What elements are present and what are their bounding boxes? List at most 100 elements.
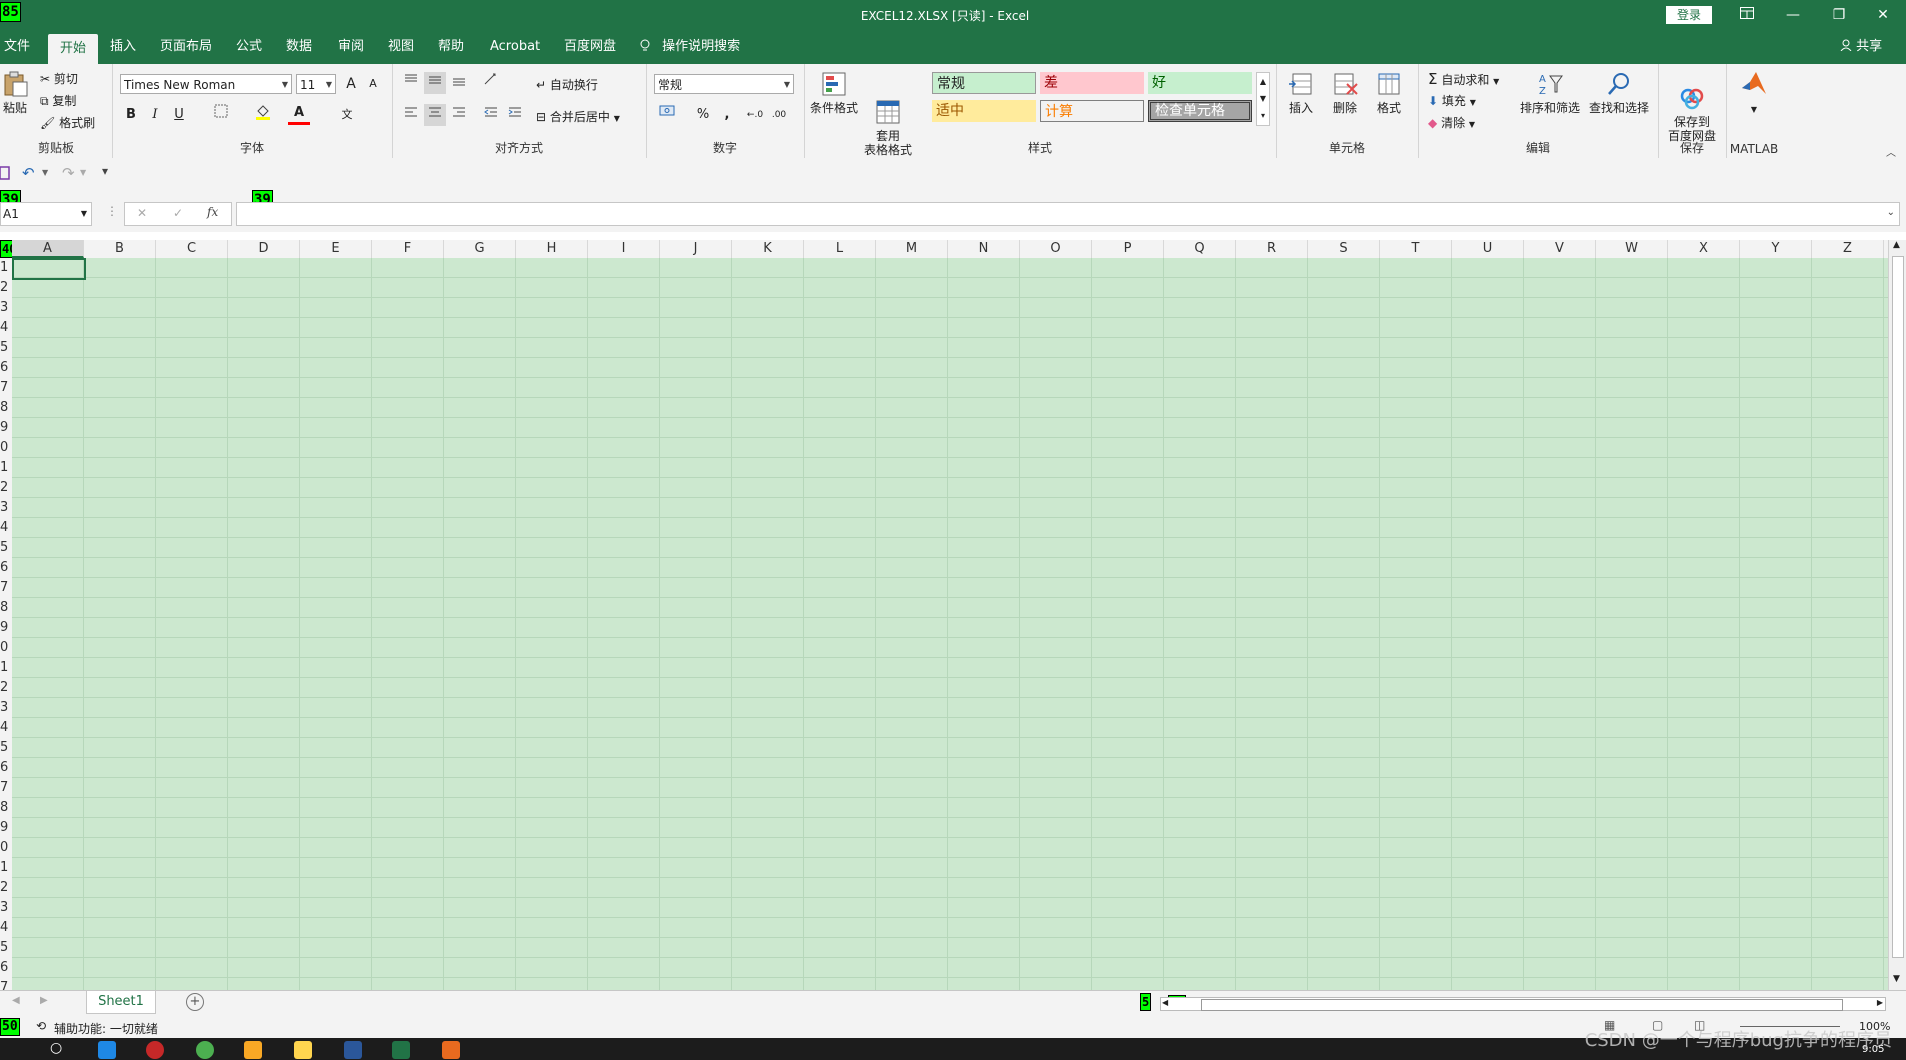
enter-button[interactable]: ✓ xyxy=(173,206,183,220)
minimize-button[interactable]: — xyxy=(1770,0,1816,30)
name-box[interactable]: A1 ▼ xyxy=(0,202,92,226)
accessibility-status[interactable]: 辅助功能: 一切就绪 xyxy=(54,1020,158,1037)
tab-file[interactable]: 文件 xyxy=(0,30,34,64)
row-header[interactable]: 6 xyxy=(0,958,12,978)
column-header[interactable]: X xyxy=(1668,240,1740,258)
row-header[interactable]: 6 xyxy=(0,358,12,378)
chrome-icon[interactable] xyxy=(196,1041,214,1059)
column-header[interactable]: P xyxy=(1092,240,1164,258)
chevron-down-icon[interactable]: ▼ xyxy=(80,168,86,177)
row-header[interactable]: 2 xyxy=(0,878,12,898)
row-header[interactable]: 7 xyxy=(0,378,12,398)
row-header[interactable]: 1 xyxy=(0,258,12,278)
tab-view[interactable]: 视图 xyxy=(384,30,418,64)
autosum-button[interactable]: Σ 自动求和 ▼ xyxy=(1428,70,1499,88)
row-header[interactable]: 8 xyxy=(0,398,12,418)
column-header[interactable]: A xyxy=(12,240,84,258)
column-header[interactable]: L xyxy=(804,240,876,258)
scroll-down-icon[interactable]: ▼ xyxy=(1893,974,1900,984)
row-header[interactable]: 3 xyxy=(0,498,12,518)
column-header[interactable]: Y xyxy=(1740,240,1812,258)
formula-input[interactable]: ⌄ xyxy=(236,202,1900,226)
style-good[interactable]: 好 xyxy=(1148,72,1252,94)
row-header[interactable]: 8 xyxy=(0,598,12,618)
decrease-indent-button[interactable] xyxy=(480,104,502,126)
font-size-select[interactable]: 11 ▼ xyxy=(296,74,336,94)
tell-me-search[interactable]: 操作说明搜索 xyxy=(636,30,744,64)
collapse-ribbon-icon[interactable]: ︿ xyxy=(1886,144,1896,159)
scroll-up-icon[interactable]: ▲ xyxy=(1893,240,1900,250)
save-icon[interactable] xyxy=(0,166,10,183)
row-header[interactable]: 6 xyxy=(0,758,12,778)
excel-icon[interactable] xyxy=(392,1041,410,1059)
column-header[interactable]: J xyxy=(660,240,732,258)
login-button[interactable]: 登录 xyxy=(1666,6,1712,24)
column-header[interactable]: Z xyxy=(1812,240,1884,258)
horizontal-scroll-thumb[interactable] xyxy=(1201,999,1843,1011)
wrap-text-button[interactable]: ↵ 自动换行 xyxy=(536,76,598,93)
column-header[interactable]: S xyxy=(1308,240,1380,258)
increase-decimal-button[interactable]: ←.0 xyxy=(744,104,766,126)
row-header[interactable]: 0 xyxy=(0,838,12,858)
scroll-left-icon[interactable]: ◀ xyxy=(1162,998,1168,1007)
insert-cells-button[interactable]: 插入 xyxy=(1280,70,1322,115)
vertical-scroll-thumb[interactable] xyxy=(1892,256,1904,958)
align-top-button[interactable] xyxy=(400,72,422,94)
row-header[interactable]: 0 xyxy=(0,638,12,658)
row-header[interactable]: 6 xyxy=(0,558,12,578)
add-sheet-button[interactable]: + xyxy=(186,993,204,1011)
search-icon[interactable]: ○ xyxy=(50,1040,62,1056)
taskbar-app-icon[interactable] xyxy=(146,1041,164,1059)
share-button[interactable]: 共享 xyxy=(1836,30,1886,64)
tab-acrobat[interactable]: Acrobat xyxy=(486,30,544,64)
folder-icon[interactable] xyxy=(244,1041,262,1059)
ribbon-display-icon[interactable] xyxy=(1724,0,1770,30)
horizontal-scrollbar[interactable]: ◀ ▶ xyxy=(1160,997,1886,1011)
column-header[interactable]: T xyxy=(1380,240,1452,258)
merge-center-button[interactable]: ⊟ 合并后居中 ▼ xyxy=(536,108,620,125)
column-header[interactable]: O xyxy=(1020,240,1092,258)
column-header[interactable]: M xyxy=(876,240,948,258)
row-header[interactable]: 9 xyxy=(0,618,12,638)
style-calculation[interactable]: 计算 xyxy=(1040,100,1144,122)
row-header[interactable]: 3 xyxy=(0,898,12,918)
row-header[interactable]: 4 xyxy=(0,318,12,338)
column-header[interactable]: H xyxy=(516,240,588,258)
column-header[interactable]: B xyxy=(84,240,156,258)
orientation-button[interactable] xyxy=(480,72,502,94)
row-header[interactable]: 4 xyxy=(0,718,12,738)
comma-button[interactable]: , xyxy=(716,104,738,126)
matlab-taskbar-icon[interactable] xyxy=(442,1041,460,1059)
insert-function-button[interactable]: fx xyxy=(207,205,218,219)
tab-data[interactable]: 数据 xyxy=(282,30,316,64)
underline-button[interactable]: U xyxy=(168,104,190,126)
align-right-button[interactable] xyxy=(448,104,470,126)
row-header[interactable]: 1 xyxy=(0,658,12,678)
row-header[interactable]: 2 xyxy=(0,678,12,698)
column-header[interactable]: U xyxy=(1452,240,1524,258)
row-header[interactable]: 9 xyxy=(0,818,12,838)
format-cells-button[interactable]: 格式 xyxy=(1368,70,1410,115)
matlab-button[interactable]: ▼ xyxy=(1734,70,1774,117)
copy-button[interactable]: ⧉ 复制 xyxy=(40,92,76,109)
delete-cells-button[interactable]: 删除 xyxy=(1324,70,1366,115)
bold-button[interactable]: B xyxy=(120,104,142,126)
column-header[interactable]: Q xyxy=(1164,240,1236,258)
format-painter-button[interactable]: 🖌 格式刷 xyxy=(40,114,95,131)
decrease-font-button[interactable]: A xyxy=(362,73,384,95)
customize-qat-button[interactable]: ▾ xyxy=(102,164,108,178)
style-normal[interactable]: 常规 xyxy=(932,72,1036,94)
cut-button[interactable]: ✂ 剪切 xyxy=(40,70,78,87)
word-icon[interactable] xyxy=(344,1041,362,1059)
row-header[interactable]: 8 xyxy=(0,798,12,818)
italic-button[interactable]: I xyxy=(144,104,166,126)
style-check-cell[interactable]: 检查单元格 xyxy=(1148,100,1252,122)
vertical-scrollbar[interactable]: ▲ ▼ xyxy=(1888,240,1906,990)
align-left-button[interactable] xyxy=(400,104,422,126)
redo-icon[interactable]: ↷ xyxy=(62,164,75,182)
number-format-select[interactable]: 常规 ▼ xyxy=(654,74,794,94)
row-header[interactable]: 3 xyxy=(0,298,12,318)
undo-icon[interactable]: ↶ xyxy=(22,164,35,182)
column-header[interactable]: W xyxy=(1596,240,1668,258)
sheet-prev-icon[interactable]: ◀ xyxy=(12,995,20,1006)
